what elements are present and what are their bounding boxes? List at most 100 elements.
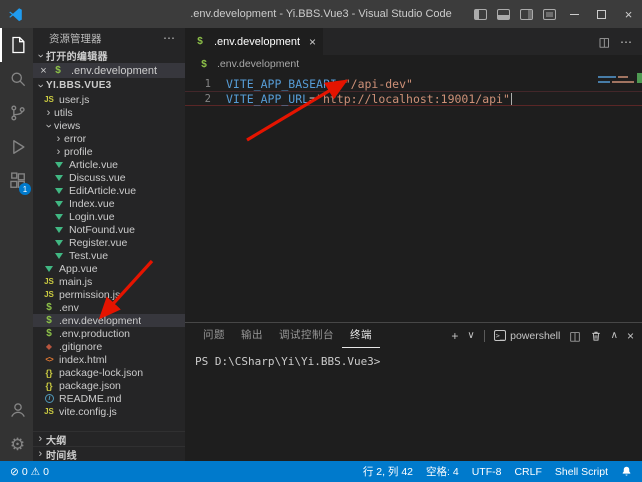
more-actions-icon[interactable]: ⋯	[163, 31, 175, 45]
encoding[interactable]: UTF-8	[472, 466, 502, 478]
search-icon[interactable]	[0, 62, 33, 96]
file-name: vite.config.js	[59, 406, 117, 418]
code-line-2[interactable]: 2VITE_APP_URL="http://localhost:19001/ap…	[185, 91, 642, 106]
tree-item-vite.config.js[interactable]: JSvite.config.js	[33, 405, 185, 418]
tree-item-main.js[interactable]: JSmain.js	[33, 275, 185, 288]
panel-tab-问题[interactable]: 问题	[195, 323, 233, 348]
tab-label: .env.development	[214, 36, 300, 48]
toggle-sidebar-icon[interactable]	[474, 9, 487, 20]
outline-section[interactable]: › 大纲	[33, 431, 185, 446]
cursor-position[interactable]: 行 2, 列 42	[363, 464, 413, 479]
panel-tab-调试控制台[interactable]: 调试控制台	[271, 323, 342, 348]
project-root-section[interactable]: › YI.BBS.VUE3	[33, 78, 185, 93]
file-name: permission.js	[59, 289, 120, 301]
tree-item-error[interactable]: ›error	[33, 132, 185, 145]
close-icon[interactable]: ×	[309, 35, 316, 49]
tree-item-Discuss.vue[interactable]: Discuss.vue	[33, 171, 185, 184]
timeline-label: 时间线	[46, 447, 77, 462]
tree-item-views[interactable]: ›views	[33, 119, 185, 132]
minimap[interactable]	[594, 73, 642, 322]
problems-status[interactable]: ⊘ 0 ⚠ 0	[10, 466, 49, 478]
panel-tab-终端[interactable]: 终端	[342, 323, 380, 348]
error-count: 0	[22, 466, 28, 478]
file-tree: JSuser.js›utils›views›error›profileArtic…	[33, 93, 185, 431]
notifications-bell-icon[interactable]	[621, 466, 632, 477]
tree-item-index.html[interactable]: <>index.html	[33, 353, 185, 366]
toggle-secondary-sidebar-icon[interactable]	[520, 9, 533, 20]
code-line-1[interactable]: 1VITE_APP_BASEAPI="/api-dev"	[185, 76, 642, 91]
breadcrumb[interactable]: $ .env.development	[185, 55, 642, 73]
maximize-button[interactable]	[588, 0, 615, 28]
toggle-panel-icon[interactable]	[497, 9, 510, 20]
explorer-icon[interactable]	[0, 28, 33, 62]
explorer-sidebar: 资源管理器 ⋯ › 打开的编辑器 × $ .env.development › …	[33, 28, 185, 461]
terminal-shell-select[interactable]: >_ powershell	[494, 330, 561, 342]
tree-item-package.json[interactable]: {}package.json	[33, 379, 185, 392]
tree-item-permission.js[interactable]: JSpermission.js	[33, 288, 185, 301]
terminal[interactable]: PS D:\CSharp\Yi\Yi.BBS.Vue3>	[185, 348, 642, 368]
vue-icon	[43, 266, 55, 272]
customize-layout-icon[interactable]	[543, 9, 556, 20]
tree-item-App.vue[interactable]: App.vue	[33, 262, 185, 275]
panel-tabs: 问题输出调试控制台终端	[195, 323, 380, 348]
close-icon[interactable]: ×	[38, 65, 49, 77]
file-name: Login.vue	[69, 211, 115, 223]
tree-item-Login.vue[interactable]: Login.vue	[33, 210, 185, 223]
more-actions-icon[interactable]: ⋯	[620, 35, 632, 49]
eol-selector[interactable]: CRLF	[514, 466, 541, 478]
run-debug-icon[interactable]	[0, 130, 33, 164]
open-editor-item[interactable]: × $ .env.development	[33, 63, 185, 78]
tree-item-user.js[interactable]: JSuser.js	[33, 93, 185, 106]
language-mode[interactable]: Shell Script	[555, 466, 608, 478]
tree-item-Test.vue[interactable]: Test.vue	[33, 249, 185, 262]
tree-item-.gitignore[interactable]: ◆.gitignore	[33, 340, 185, 353]
account-icon[interactable]	[0, 393, 33, 427]
titlebar: .env.development - Yi.BBS.Vue3 - Visual …	[0, 0, 642, 28]
tab-env-development[interactable]: $ .env.development ×	[185, 28, 323, 55]
new-terminal-icon[interactable]: +	[451, 329, 458, 343]
timeline-section[interactable]: › 时间线	[33, 446, 185, 461]
file-name: utils	[54, 107, 73, 119]
close-button[interactable]: ×	[615, 0, 642, 28]
error-icon: ⊘	[10, 466, 19, 478]
minimap-line	[598, 76, 636, 78]
open-editors-section[interactable]: › 打开的编辑器	[33, 48, 185, 63]
chevron-down-icon[interactable]: ∨	[467, 330, 474, 341]
separator	[484, 330, 485, 342]
tree-item-package-lock.json[interactable]: {}package-lock.json	[33, 366, 185, 379]
vscode-logo-icon[interactable]	[8, 7, 23, 22]
tree-item-Article.vue[interactable]: Article.vue	[33, 158, 185, 171]
js-icon: JS	[43, 95, 55, 104]
file-name: Index.vue	[69, 198, 115, 210]
html-icon: <>	[43, 355, 55, 364]
tree-item-README.md[interactable]: iREADME.md	[33, 392, 185, 405]
tree-item-.env.production[interactable]: $.env.production	[33, 327, 185, 340]
code-editor[interactable]: 1VITE_APP_BASEAPI="/api-dev"2VITE_APP_UR…	[185, 73, 642, 322]
sidebar-title: 资源管理器	[49, 31, 102, 46]
tree-item-utils[interactable]: ›utils	[33, 106, 185, 119]
indentation[interactable]: 空格: 4	[426, 464, 459, 479]
tree-item-Register.vue[interactable]: Register.vue	[33, 236, 185, 249]
terminal-prompt: PS D:\CSharp\Yi\Yi.BBS.Vue3>	[195, 355, 380, 368]
split-editor-icon[interactable]: ◫	[599, 35, 610, 49]
maximize-panel-icon[interactable]: ∧	[611, 330, 618, 341]
tree-item-.env.development[interactable]: $.env.development	[33, 314, 185, 327]
tree-item-Index.vue[interactable]: Index.vue	[33, 197, 185, 210]
panel-tab-输出[interactable]: 输出	[233, 323, 271, 348]
close-panel-icon[interactable]: ×	[627, 329, 634, 343]
split-terminal-icon[interactable]: ◫	[569, 329, 580, 343]
tree-item-.env[interactable]: $.env	[33, 301, 185, 314]
extensions-icon[interactable]: 1	[0, 164, 33, 198]
chevron-right-icon: ›	[43, 107, 54, 119]
file-name: views	[54, 120, 80, 132]
tree-item-NotFound.vue[interactable]: NotFound.vue	[33, 223, 185, 236]
vscode-window: .env.development - Yi.BBS.Vue3 - Visual …	[0, 0, 642, 482]
tree-item-profile[interactable]: ›profile	[33, 145, 185, 158]
settings-gear-icon[interactable]: ⚙	[0, 427, 33, 461]
kill-terminal-icon[interactable]	[590, 330, 602, 342]
source-control-icon[interactable]	[0, 96, 33, 130]
shell-icon: $	[43, 315, 55, 326]
minimize-button[interactable]	[561, 0, 588, 28]
tree-item-EditArticle.vue[interactable]: EditArticle.vue	[33, 184, 185, 197]
extensions-badge: 1	[19, 183, 31, 195]
